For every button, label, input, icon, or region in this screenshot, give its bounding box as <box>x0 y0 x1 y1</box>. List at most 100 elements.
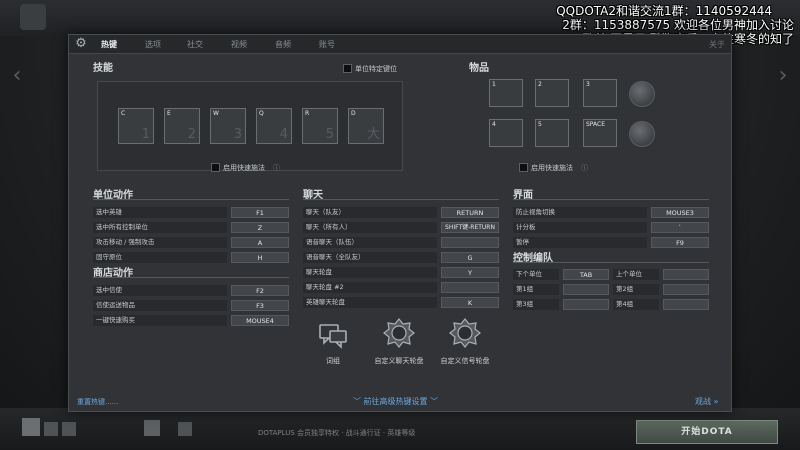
tab-account[interactable]: 账号 <box>319 39 335 50</box>
skill-slot[interactable]: E2 <box>164 108 200 144</box>
item-slot[interactable]: 3 <box>583 79 617 107</box>
hotkey-label: 第2组 <box>613 284 659 295</box>
hotkey-button[interactable]: F2 <box>231 285 289 296</box>
hotkey-button[interactable]: SHIFT键-RETURN <box>441 222 499 233</box>
tab-options[interactable]: 选项 <box>145 39 161 50</box>
items-quickcast-checkbox[interactable] <box>519 163 528 172</box>
hotkey-label: 一键快速购买 <box>93 315 227 326</box>
hotkey-label: 下个单位 <box>513 269 559 280</box>
item-key: 5 <box>538 121 542 128</box>
about-link[interactable]: 关于 <box>709 39 725 50</box>
divider <box>303 199 499 200</box>
hotkey-button[interactable]: Y <box>441 267 499 278</box>
skill-number: 1 <box>141 127 150 142</box>
play-dota-button[interactable]: 开始DOTA <box>636 420 778 444</box>
phrases-icon[interactable] <box>317 319 349 351</box>
hotkey-button[interactable]: K <box>441 297 499 308</box>
hotkey-button[interactable]: TAB <box>563 269 609 280</box>
skill-key: D <box>351 110 356 117</box>
item-slot[interactable]: 5 <box>535 119 569 147</box>
item-slot[interactable]: 1 <box>489 79 523 107</box>
advanced-hotkeys-link[interactable]: ﹀ 前往高级热键设置 ﹀ <box>353 396 438 407</box>
right-arrow-icon[interactable]: › <box>772 56 794 96</box>
info-icon[interactable]: ⓘ <box>273 163 280 173</box>
friends-icon[interactable] <box>44 422 58 436</box>
item-slot[interactable]: SPACE <box>583 119 617 147</box>
skill-key: E <box>167 110 171 117</box>
hotkey-button[interactable]: F1 <box>231 207 289 218</box>
info-icon[interactable]: ⓘ <box>581 163 588 173</box>
hotkey-label: 防止视角切换 <box>513 207 647 218</box>
skill-key: C <box>121 110 126 117</box>
next-tab-link[interactable]: 观战 » <box>695 396 718 407</box>
tab-video[interactable]: 视频 <box>231 39 247 50</box>
skills-quickcast-checkbox[interactable] <box>211 163 220 172</box>
divider <box>93 199 289 200</box>
hotkey-button[interactable]: MOUSE3 <box>651 207 709 218</box>
profile-avatar[interactable] <box>22 418 40 436</box>
skill-slot[interactable]: C1 <box>118 108 154 144</box>
tp-scroll-icon[interactable] <box>629 121 655 147</box>
item-key: 4 <box>492 121 496 128</box>
hotkey-button[interactable] <box>441 237 499 248</box>
double-chevron-right-icon: » <box>713 397 719 406</box>
neutral-item-slot[interactable] <box>629 81 655 107</box>
skill-slot[interactable]: D大 <box>348 108 384 144</box>
hotkey-button[interactable]: G <box>441 252 499 263</box>
item-key: 1 <box>492 81 496 88</box>
reset-hotkeys-link[interactable]: 重置热键...... <box>77 397 118 407</box>
skills-quickcast-label: 启用快速施法 <box>223 164 265 172</box>
hotkey-button[interactable]: MOUSE4 <box>231 315 289 326</box>
hotkey-label: 选中所有控制单位 <box>93 222 227 233</box>
chevron-down-icon: ﹀ <box>430 397 439 406</box>
hotkey-button[interactable]: ` <box>651 222 709 233</box>
chat-wheel-icon[interactable] <box>383 317 415 349</box>
skill-number: 大 <box>366 127 380 142</box>
tab-audio[interactable]: 音频 <box>275 39 291 50</box>
mail-icon[interactable] <box>144 420 160 436</box>
left-arrow-icon[interactable]: ‹ <box>6 56 28 96</box>
hotkey-button[interactable]: Z <box>231 222 289 233</box>
tab-hotkeys[interactable]: 热键 <box>101 39 117 50</box>
item-slot[interactable]: 4 <box>489 119 523 147</box>
chevron-down-icon: ﹀ <box>353 397 361 406</box>
items-quickcast-label: 启用快速施法 <box>531 164 573 172</box>
skill-slot[interactable]: Q4 <box>256 108 292 144</box>
divider <box>513 199 709 200</box>
item-key: SPACE <box>586 121 606 128</box>
settings-tab-bar: ⚙ 热键 选项 社交 视频 音频 账号 关于 <box>69 35 731 54</box>
hotkey-label: 暂停 <box>513 237 647 248</box>
hotkey-button[interactable] <box>663 284 709 295</box>
hotkey-label: 语音聊天（全队友） <box>303 252 437 263</box>
hotkey-button[interactable] <box>441 282 499 293</box>
item-slot[interactable]: 2 <box>535 79 569 107</box>
party-icon[interactable] <box>178 422 192 436</box>
hotkey-label: 第4组 <box>613 299 659 310</box>
hotkey-button[interactable] <box>663 299 709 310</box>
gear-icon: ⚙ <box>75 36 87 51</box>
hotkey-button[interactable] <box>663 269 709 280</box>
hotkey-button[interactable]: RETURN <box>441 207 499 218</box>
hotkey-button[interactable]: F3 <box>231 300 289 311</box>
hotkey-label: 第1组 <box>513 284 559 295</box>
hotkey-label: 聊天（队友） <box>303 207 437 218</box>
unit-binding-checkbox[interactable] <box>343 64 352 73</box>
ping-wheel-icon[interactable] <box>449 317 481 349</box>
skills-box: C1 E2 W3 Q4 R5 D大 <box>97 81 403 171</box>
news-ticker: DOTAPLUS 会员独享特权 · 战斗通行证 · 英雄等级 <box>258 429 416 437</box>
hotkey-button[interactable]: F9 <box>651 237 709 248</box>
hotkey-button[interactable]: A <box>231 237 289 248</box>
tab-social[interactable]: 社交 <box>187 39 203 50</box>
chat-icon[interactable] <box>62 422 76 436</box>
hotkey-label: 聊天轮盘 #2 <box>303 282 437 293</box>
skill-number: 2 <box>187 127 196 142</box>
hotkey-label: 固守原位 <box>93 252 227 263</box>
hotkey-button[interactable]: H <box>231 252 289 263</box>
hotkey-button[interactable] <box>563 284 609 295</box>
skill-slot[interactable]: R5 <box>302 108 338 144</box>
skill-slot[interactable]: W3 <box>210 108 246 144</box>
dota-logo-icon[interactable] <box>20 4 46 30</box>
hotkey-label: 攻击移动 / 强制攻击 <box>93 237 227 248</box>
hotkey-button[interactable] <box>563 299 609 310</box>
hotkey-label: 选中英雄 <box>93 207 227 218</box>
